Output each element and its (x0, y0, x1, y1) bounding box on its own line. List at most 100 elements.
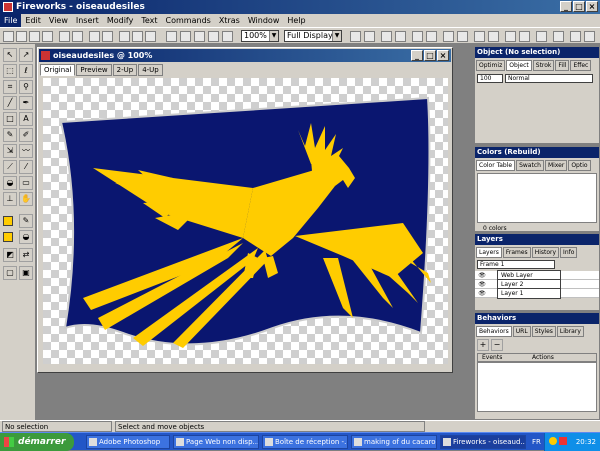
tab-fill[interactable]: Fill (555, 60, 570, 71)
tab-preview[interactable]: Preview (76, 64, 112, 76)
flip-icon[interactable] (488, 31, 499, 42)
tab-effect[interactable]: Effec (570, 60, 592, 71)
tab-layers[interactable]: Layers (476, 247, 502, 258)
language-indicator[interactable]: FR (532, 433, 541, 451)
tab-swatches[interactable]: Swatch (516, 160, 544, 171)
menu-xtras[interactable]: Xtras (215, 14, 244, 27)
tab-options[interactable]: Optio (568, 160, 591, 171)
menu-commands[interactable]: Commands (162, 14, 215, 27)
fill-bucket-icon[interactable]: ◒ (19, 230, 33, 244)
doc-minimize-button[interactable]: _ (411, 50, 423, 61)
tray-icon[interactable] (549, 437, 557, 445)
tray-icon[interactable] (559, 437, 567, 445)
save-icon[interactable] (29, 31, 40, 42)
color-mixer-icon[interactable] (180, 31, 191, 42)
redo-icon[interactable] (102, 31, 113, 42)
full-screen-mode-icon[interactable]: ▣ (19, 266, 33, 280)
eye-icon[interactable]: 👁 (475, 280, 489, 289)
join-icon[interactable] (381, 31, 392, 42)
fill-color-swatch[interactable] (3, 232, 13, 242)
scale-tool-icon[interactable]: ⇲ (3, 144, 17, 158)
tab-4-up[interactable]: 4-Up (138, 64, 163, 76)
scale-icon[interactable] (505, 31, 516, 42)
tab-2-up[interactable]: 2-Up (112, 64, 138, 76)
add-behavior-button[interactable]: + (477, 339, 489, 351)
pen-tool-icon[interactable]: ✒ (19, 96, 33, 110)
slice-icon[interactable] (570, 31, 581, 42)
tab-behaviors[interactable]: Behaviors (476, 326, 512, 337)
copy-icon[interactable] (132, 31, 143, 42)
print-icon[interactable] (72, 31, 83, 42)
paste-icon[interactable] (145, 31, 156, 42)
knife-tool-icon[interactable]: ⟋ (3, 160, 17, 174)
document-canvas[interactable] (43, 78, 448, 364)
taskbar-web-page[interactable]: Page Web non disp... (173, 435, 259, 449)
undo-icon[interactable] (89, 31, 100, 42)
align-left-icon[interactable] (443, 31, 454, 42)
eyedropper-tool-icon[interactable]: ⁄ (19, 160, 33, 174)
stroke-color-swatch[interactable] (3, 216, 13, 226)
marquee-tool-icon[interactable]: ⬚ (3, 64, 17, 78)
info-icon[interactable] (166, 31, 177, 42)
blend-mode-select[interactable]: Normal (505, 74, 593, 83)
line-tool-icon[interactable]: ╱ (3, 96, 17, 110)
new-file-icon[interactable] (3, 31, 14, 42)
close-button[interactable]: × (586, 1, 598, 12)
brush-tool-icon[interactable]: ✐ (19, 128, 33, 142)
hand-tool-icon[interactable]: ✋ (19, 192, 33, 206)
menu-text[interactable]: Text (137, 14, 161, 27)
eraser-tool-icon[interactable]: ▭ (19, 176, 33, 190)
taskbar-making-of[interactable]: making of du cacaro... (351, 435, 437, 449)
distort-icon[interactable] (536, 31, 547, 42)
bring-to-front-icon[interactable] (412, 31, 423, 42)
text-tool-icon[interactable]: A (19, 112, 33, 126)
tab-library[interactable]: Library (556, 326, 584, 337)
ungroup-icon[interactable] (364, 31, 375, 42)
menu-edit[interactable]: Edit (21, 14, 45, 27)
split-icon[interactable] (395, 31, 406, 42)
menu-insert[interactable]: Insert (72, 14, 103, 27)
default-colors-icon[interactable]: ◩ (3, 248, 17, 262)
group-icon[interactable] (350, 31, 361, 42)
skew-icon[interactable] (519, 31, 530, 42)
tab-color-table[interactable]: Color Table (476, 160, 516, 171)
tab-info[interactable]: Info (560, 247, 578, 258)
export-icon[interactable] (59, 31, 70, 42)
zoom-tool-icon[interactable]: ⚲ (19, 80, 33, 94)
tab-history[interactable]: History (531, 247, 560, 258)
tab-original[interactable]: Original (40, 64, 76, 76)
standard-mode-icon[interactable]: ▢ (3, 266, 17, 280)
paint-bucket-tool-icon[interactable]: ◒ (3, 176, 17, 190)
rubber-stamp-tool-icon[interactable]: ⊥ (3, 192, 17, 206)
taskbar-photoshop[interactable]: Adobe Photoshop (86, 435, 170, 449)
lasso-tool-icon[interactable]: ℓ (19, 64, 33, 78)
rectangle-tool-icon[interactable]: □ (3, 112, 17, 126)
crop-tool-icon[interactable]: ⌗ (3, 80, 17, 94)
menu-modify[interactable]: Modify (103, 14, 138, 27)
tab-styles[interactable]: Styles (531, 326, 556, 337)
eye-icon[interactable]: 👁 (475, 289, 489, 298)
eye-icon[interactable]: 👁 (475, 271, 489, 280)
zoom-select[interactable]: 100% ▼ (241, 30, 279, 42)
taskbar-inbox[interactable]: Boîte de réception -... (262, 435, 348, 449)
tab-stroke[interactable]: Strok (532, 60, 555, 71)
tab-mixer[interactable]: Mixer (544, 160, 568, 171)
send-to-back-icon[interactable] (426, 31, 437, 42)
rotate-icon[interactable] (474, 31, 485, 42)
menu-view[interactable]: View (45, 14, 72, 27)
subselect-tool-icon[interactable]: ↗ (19, 48, 33, 62)
align-center-icon[interactable] (457, 31, 468, 42)
doc-maximize-button[interactable]: □ (424, 50, 436, 61)
layers-icon[interactable] (208, 31, 219, 42)
frame-select[interactable]: Frame 1 (477, 260, 555, 269)
pencil-tool-icon[interactable]: ✎ (3, 128, 17, 142)
hotspot-icon[interactable] (553, 31, 564, 42)
open-file-icon[interactable] (16, 31, 27, 42)
layer-row[interactable]: 👁 Layer 1 (475, 287, 599, 299)
doc-close-button[interactable]: × (437, 50, 449, 61)
stroke-pencil-icon[interactable]: ✎ (19, 214, 33, 228)
menu-help[interactable]: Help (283, 14, 309, 27)
start-button[interactable]: démarrer (0, 433, 74, 451)
display-mode-select[interactable]: Full Display ▼ (284, 30, 342, 42)
maximize-button[interactable]: □ (573, 1, 585, 12)
